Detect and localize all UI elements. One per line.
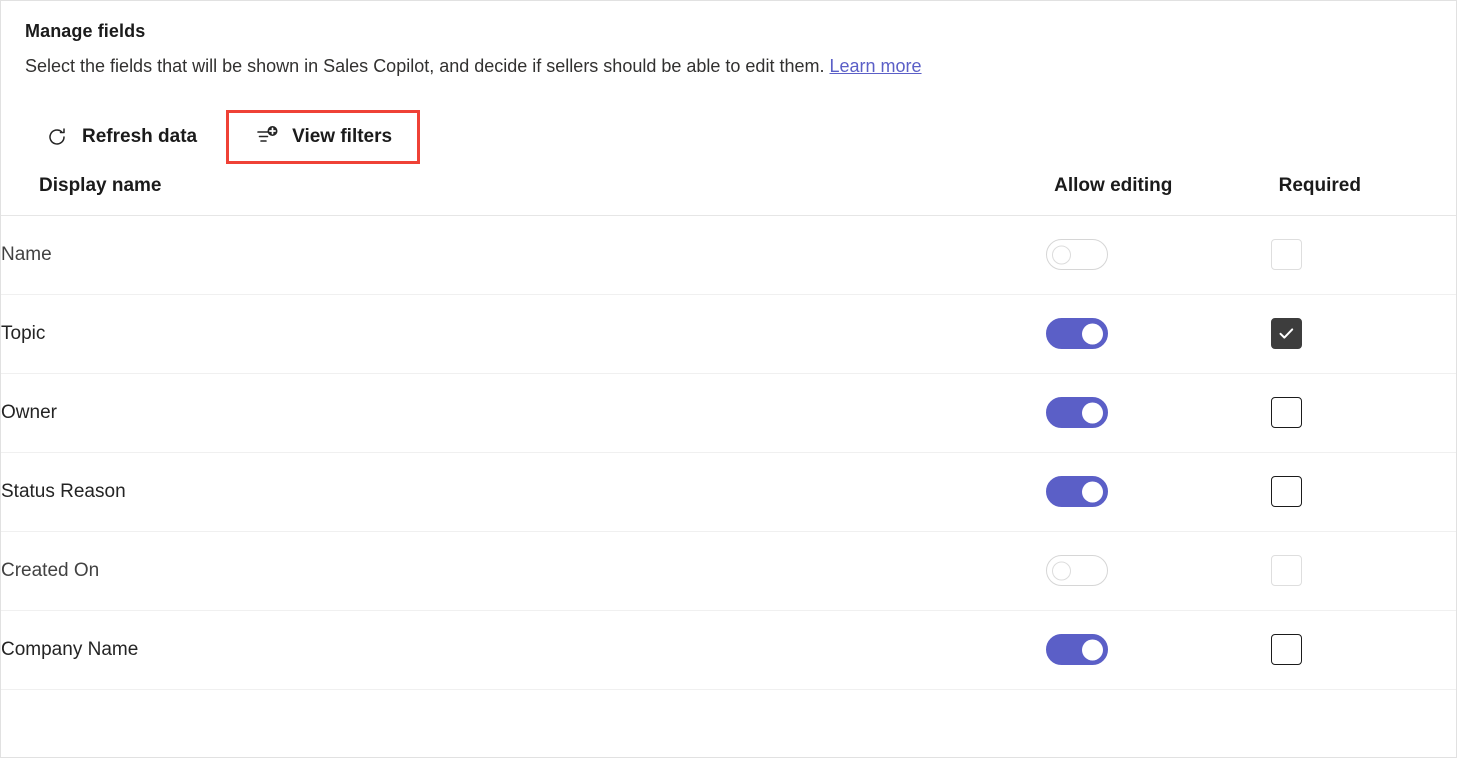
required-cell [1270,452,1456,532]
column-header-required-label: Required [1278,174,1361,196]
allow-editing-toggle[interactable] [1046,318,1109,349]
required-checkbox[interactable] [1270,397,1302,428]
manage-fields-page: Manage fields Select the fields that wil… [0,0,1457,758]
allow-editing-cell [1046,452,1271,532]
command-bar: Refresh data View filters [1,105,1456,169]
field-display-name: Topic [1,294,1047,374]
filter-add-icon [254,124,280,150]
field-display-name: Status Reason [1,452,1047,532]
field-display-name: Owner [1,373,1047,453]
table-row: Owner [1,373,1456,453]
view-filters-button[interactable]: View filters [226,110,421,164]
field-display-name: Company Name [1,610,1047,690]
page-title: Manage fields [25,21,146,41]
required-checkbox [1270,555,1302,586]
allow-editing-cell [1046,294,1271,374]
toggle-knob [1082,639,1104,660]
toggle-knob [1082,481,1104,502]
allow-editing-toggle[interactable] [1046,634,1109,665]
allow-editing-toggle [1046,239,1109,270]
page-header: Manage fields Select the fields that wil… [1,1,1456,79]
refresh-data-label: Refresh data [82,126,198,147]
table-row: Status Reason [1,452,1456,532]
allow-editing-cell [1046,610,1271,690]
required-cell [1270,294,1456,374]
table-header: Display name Allow editing Required [1,169,1456,216]
toggle-knob [1052,245,1072,264]
refresh-data-button[interactable]: Refresh data [25,110,216,164]
table-body: Name Topic Owner Status Reason Created On Com… [1,215,1456,690]
page-subtitle: Select the fields that will be shown in … [25,53,1432,79]
refresh-icon [44,124,70,150]
view-filters-label: View filters [292,126,393,147]
column-header-display-name: Display name [1,169,1047,216]
required-checkbox[interactable] [1270,318,1302,349]
column-header-allow-editing-label: Allow editing [1054,174,1173,196]
required-cell [1270,531,1456,611]
toggle-knob [1082,323,1104,344]
required-cell [1270,373,1456,453]
table-row: Topic [1,294,1456,374]
required-cell [1270,215,1456,295]
allow-editing-toggle [1046,555,1109,586]
table-row: Name [1,215,1456,295]
allow-editing-cell [1046,531,1271,611]
table-header-row: Display name Allow editing Required [1,169,1456,216]
allow-editing-cell [1046,373,1271,453]
field-display-name: Created On [1,531,1047,611]
required-checkbox[interactable] [1270,634,1302,665]
allow-editing-toggle[interactable] [1046,397,1109,428]
allow-editing-toggle[interactable] [1046,476,1109,507]
column-header-display-name-label: Display name [39,174,162,196]
required-cell [1270,610,1456,690]
column-header-required: Required [1270,169,1456,216]
table-row: Company Name [1,610,1456,690]
field-display-name: Name [1,215,1047,295]
required-checkbox [1270,239,1302,270]
toggle-knob [1082,402,1104,423]
page-subtitle-text: Select the fields that will be shown in … [25,56,825,76]
column-header-allow-editing: Allow editing [1046,169,1271,216]
allow-editing-cell [1046,215,1271,295]
checkmark-icon [1279,328,1293,339]
fields-table: Display name Allow editing Required Name… [1,169,1456,690]
learn-more-link[interactable]: Learn more [829,56,921,76]
table-row: Created On [1,531,1456,611]
toggle-knob [1052,561,1072,580]
required-checkbox[interactable] [1270,476,1302,507]
